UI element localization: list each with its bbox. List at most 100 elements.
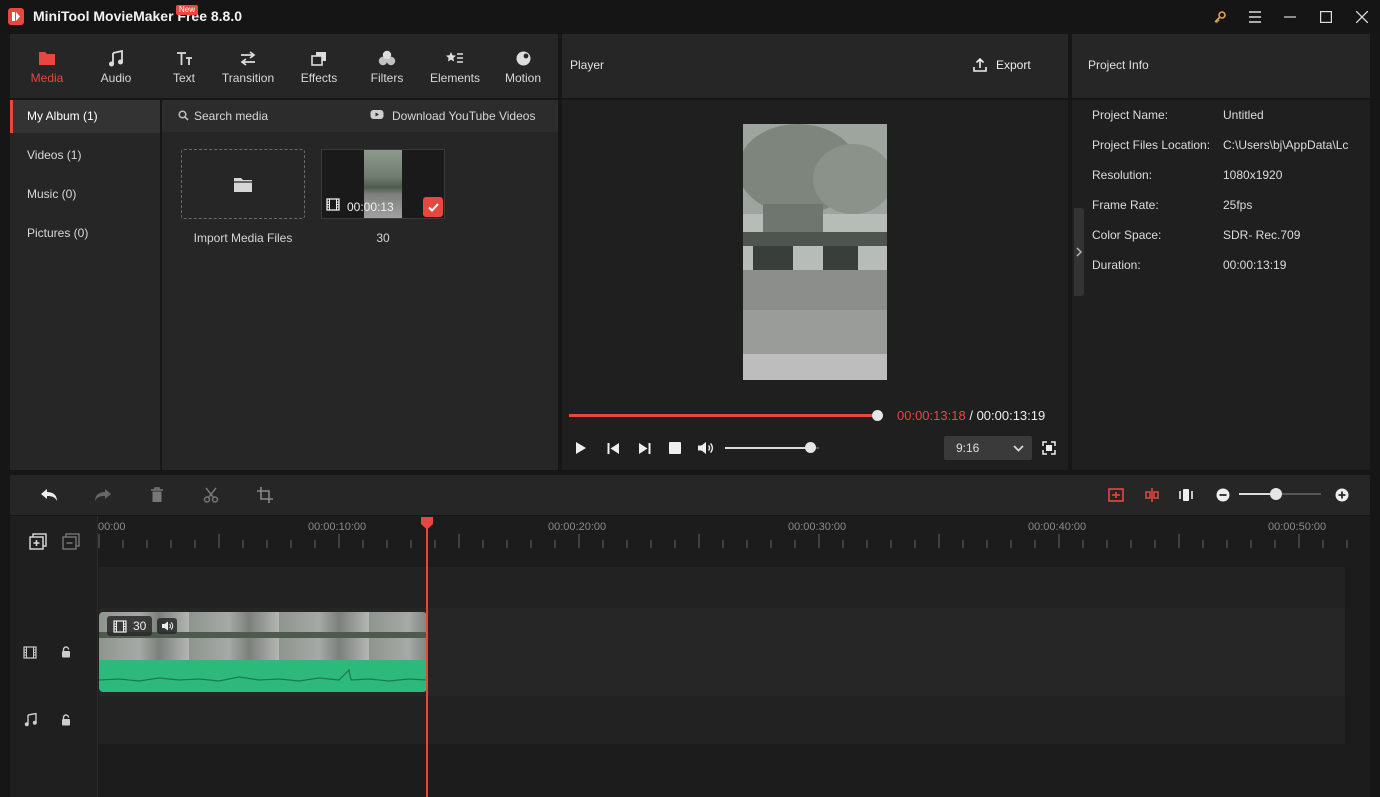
remove-track-button[interactable]: [61, 532, 81, 550]
download-youtube-button[interactable]: Download YouTube Videos: [392, 109, 535, 123]
toolbar-elements-button[interactable]: Elements: [424, 34, 486, 98]
info-label-project-name: Project Name:: [1092, 108, 1169, 122]
snap-button[interactable]: [1142, 485, 1162, 505]
zoom-out-button[interactable]: [1215, 487, 1231, 503]
music-note-icon: [108, 47, 124, 69]
menu-icon[interactable]: [1238, 0, 1272, 33]
import-media-button[interactable]: [181, 149, 305, 219]
film-icon: [326, 198, 340, 214]
play-icon: [576, 442, 586, 454]
ruler-label-50: 00:00:50:00: [1268, 521, 1327, 533]
add-track-icon: [29, 532, 47, 550]
zoom-in-button[interactable]: [1334, 487, 1350, 503]
video-track-lock-button[interactable]: [58, 644, 74, 660]
ruler-label-30: 00:00:30:00: [788, 521, 847, 533]
ruler-label-20: 00:00:20:00: [548, 521, 607, 533]
audio-track-lock-button[interactable]: [58, 712, 74, 728]
chevron-right-icon: [1076, 247, 1082, 257]
close-button[interactable]: [1345, 0, 1379, 33]
clip-added-checkmark[interactable]: [423, 197, 443, 217]
toolbar-media-label: Media: [30, 71, 64, 85]
time-display: 00:00:13:18 / 00:00:13:19: [897, 408, 1045, 423]
volume-button[interactable]: [696, 440, 716, 456]
fit-icon: [1179, 489, 1193, 501]
delete-button[interactable]: [146, 485, 168, 505]
swap-arrows-icon: [239, 47, 257, 69]
folder-icon: [38, 47, 56, 69]
maximize-button[interactable]: [1309, 0, 1343, 33]
audio-detach-button[interactable]: [1106, 485, 1126, 505]
toolbar-transition-label: Transition: [221, 71, 275, 85]
toolbar-transition-button[interactable]: Transition: [215, 34, 281, 98]
previous-frame-button[interactable]: [605, 440, 621, 456]
timeline-video-clip[interactable]: 30: [99, 612, 427, 692]
sidebar-item-my-album[interactable]: My Album (1): [10, 100, 160, 133]
playback-progress-track[interactable]: [569, 414, 877, 417]
check-icon: [427, 202, 439, 212]
next-frame-button[interactable]: [636, 440, 652, 456]
trash-icon: [151, 487, 163, 502]
minimize-button[interactable]: [1273, 0, 1307, 33]
crop-button[interactable]: [254, 485, 276, 505]
info-label-frame-rate: Frame Rate:: [1092, 198, 1159, 212]
zoom-slider-handle[interactable]: [1269, 488, 1282, 500]
toolbar-audio-button[interactable]: Audio: [87, 34, 145, 98]
info-value-duration: 00:00:13:19: [1223, 258, 1287, 272]
toolbar-text-button[interactable]: Text: [155, 34, 213, 98]
folder-icon: [234, 177, 252, 192]
fit-timeline-button[interactable]: [1176, 485, 1196, 505]
app-title: MiniTool MovieMaker Free 8.8.0: [33, 8, 243, 24]
speaker-icon: [698, 442, 713, 454]
export-label: Export: [996, 58, 1031, 72]
clip-label-badge: 30: [107, 616, 153, 636]
volume-slider-handle[interactable]: [804, 442, 816, 453]
toolbar-media-button[interactable]: Media: [18, 34, 76, 98]
skip-back-icon: [607, 442, 619, 454]
clip-duration: 00:00:13: [347, 200, 394, 214]
album-sidebar: My Album (1) Videos (1) Music (0) Pictur…: [10, 100, 160, 470]
scissors-icon: [203, 487, 219, 503]
empty-track-row: [99, 567, 1345, 608]
fullscreen-button[interactable]: [1041, 440, 1057, 456]
youtube-download-icon: [370, 109, 384, 124]
info-label-location: Project Files Location:: [1092, 138, 1211, 152]
sidebar-item-pictures[interactable]: Pictures (0): [10, 217, 160, 250]
detach-icon: [1108, 488, 1124, 502]
toolbar-effects-button[interactable]: Effects: [290, 34, 348, 98]
empty-track-row-bottom: [99, 744, 1345, 797]
collapse-panel-handle[interactable]: [1074, 208, 1084, 296]
aspect-ratio-select[interactable]: 9:16: [944, 436, 1032, 460]
text-icon: [176, 47, 193, 69]
toolbar-motion-label: Motion: [504, 71, 542, 85]
sidebar-item-videos[interactable]: Videos (1): [10, 139, 160, 172]
export-icon: [973, 57, 987, 72]
import-media-label: Import Media Files: [193, 231, 293, 245]
stop-icon: [669, 442, 681, 454]
split-button[interactable]: [200, 485, 222, 505]
play-button[interactable]: [573, 440, 589, 456]
sidebar-item-music[interactable]: Music (0): [10, 178, 160, 211]
stop-button[interactable]: [667, 440, 683, 456]
redo-icon: [95, 489, 111, 501]
redo-button[interactable]: [92, 485, 114, 505]
toolbar-motion-button[interactable]: Motion: [494, 34, 552, 98]
undo-button[interactable]: [38, 485, 60, 505]
toolbar-filters-button[interactable]: Filters: [358, 34, 416, 98]
speaker-icon: [161, 621, 173, 631]
clip-audio-toggle[interactable]: [157, 618, 177, 634]
timeline-ruler-ticks[interactable]: [98, 534, 1370, 550]
playback-progress-handle[interactable]: [872, 410, 883, 421]
current-time: 00:00:13:18: [897, 408, 966, 423]
media-clip-card[interactable]: 00:00:13: [321, 149, 445, 219]
search-input[interactable]: Search media: [194, 109, 268, 123]
ruler-label-40: 00:00:40:00: [1028, 521, 1087, 533]
undo-icon: [41, 489, 57, 501]
remove-track-icon: [62, 532, 80, 550]
lock-icon: [62, 714, 70, 726]
magnet-split-icon: [1145, 488, 1159, 502]
player-title: Player: [570, 58, 605, 72]
export-button[interactable]: Export: [972, 57, 1031, 73]
key-icon[interactable]: [1203, 0, 1237, 33]
info-value-resolution: 1080x1920: [1223, 168, 1283, 182]
add-track-button[interactable]: [28, 532, 48, 550]
